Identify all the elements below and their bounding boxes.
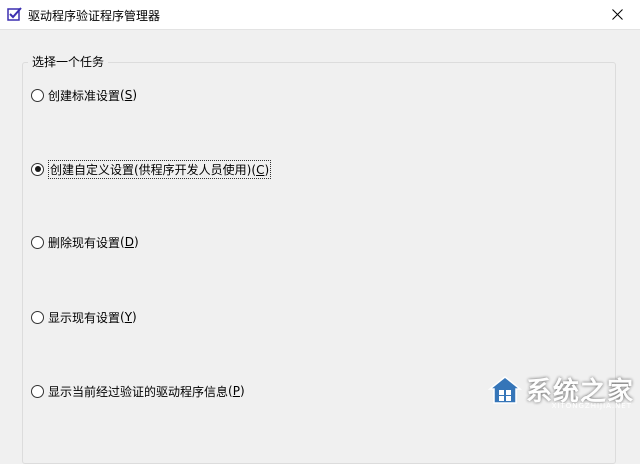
option-label: 显示现有设置 bbox=[48, 310, 121, 325]
option-label: 删除现有设置 bbox=[48, 235, 121, 250]
mnemonic-key: C bbox=[256, 162, 265, 177]
house-logo-icon bbox=[487, 375, 522, 404]
option-label: 创建标准设置 bbox=[48, 88, 121, 103]
mnemonic-key: D bbox=[124, 235, 134, 249]
option-label: 创建自定义设置(供程序开发人员使用) bbox=[50, 162, 252, 177]
option-display-existing[interactable]: 显示现有设置(Y) bbox=[31, 309, 137, 325]
radio-button[interactable] bbox=[31, 235, 44, 249]
radio-button[interactable] bbox=[31, 384, 44, 398]
option-label: 显示当前经过验证的驱动程序信息 bbox=[48, 384, 229, 399]
mnemonic-key: S bbox=[124, 88, 133, 102]
mnemonic-key: P bbox=[232, 384, 240, 398]
radio-button[interactable] bbox=[31, 88, 44, 102]
watermark-subtext: XITONGZHIJIA.NET bbox=[551, 402, 632, 410]
option-create-standard[interactable]: 创建标准设置(S) bbox=[31, 87, 137, 103]
radio-button-selected[interactable] bbox=[31, 162, 44, 176]
group-title: 选择一个任务 bbox=[28, 53, 109, 70]
checkmark-pen-icon bbox=[7, 7, 22, 21]
option-create-custom[interactable]: 创建自定义设置(供程序开发人员使用)(C) bbox=[31, 159, 272, 179]
radio-button[interactable] bbox=[31, 310, 44, 324]
close-button[interactable] bbox=[594, 0, 640, 29]
window-title: 驱动程序验证程序管理器 bbox=[28, 9, 161, 23]
close-icon bbox=[611, 9, 623, 20]
dialog-content: 选择一个任务 创建标准设置(S) 创建自定义设置(供程序开发人员使用)(C) 删… bbox=[0, 30, 640, 464]
option-display-verified-info[interactable]: 显示当前经过验证的驱动程序信息(P) bbox=[31, 383, 245, 399]
focus-rectangle: 创建自定义设置(供程序开发人员使用)(C) bbox=[48, 159, 272, 179]
option-delete-existing[interactable]: 删除现有设置(D) bbox=[31, 234, 139, 250]
title-bar: 驱动程序验证程序管理器 bbox=[0, 0, 640, 30]
mnemonic-key: Y bbox=[124, 310, 133, 324]
